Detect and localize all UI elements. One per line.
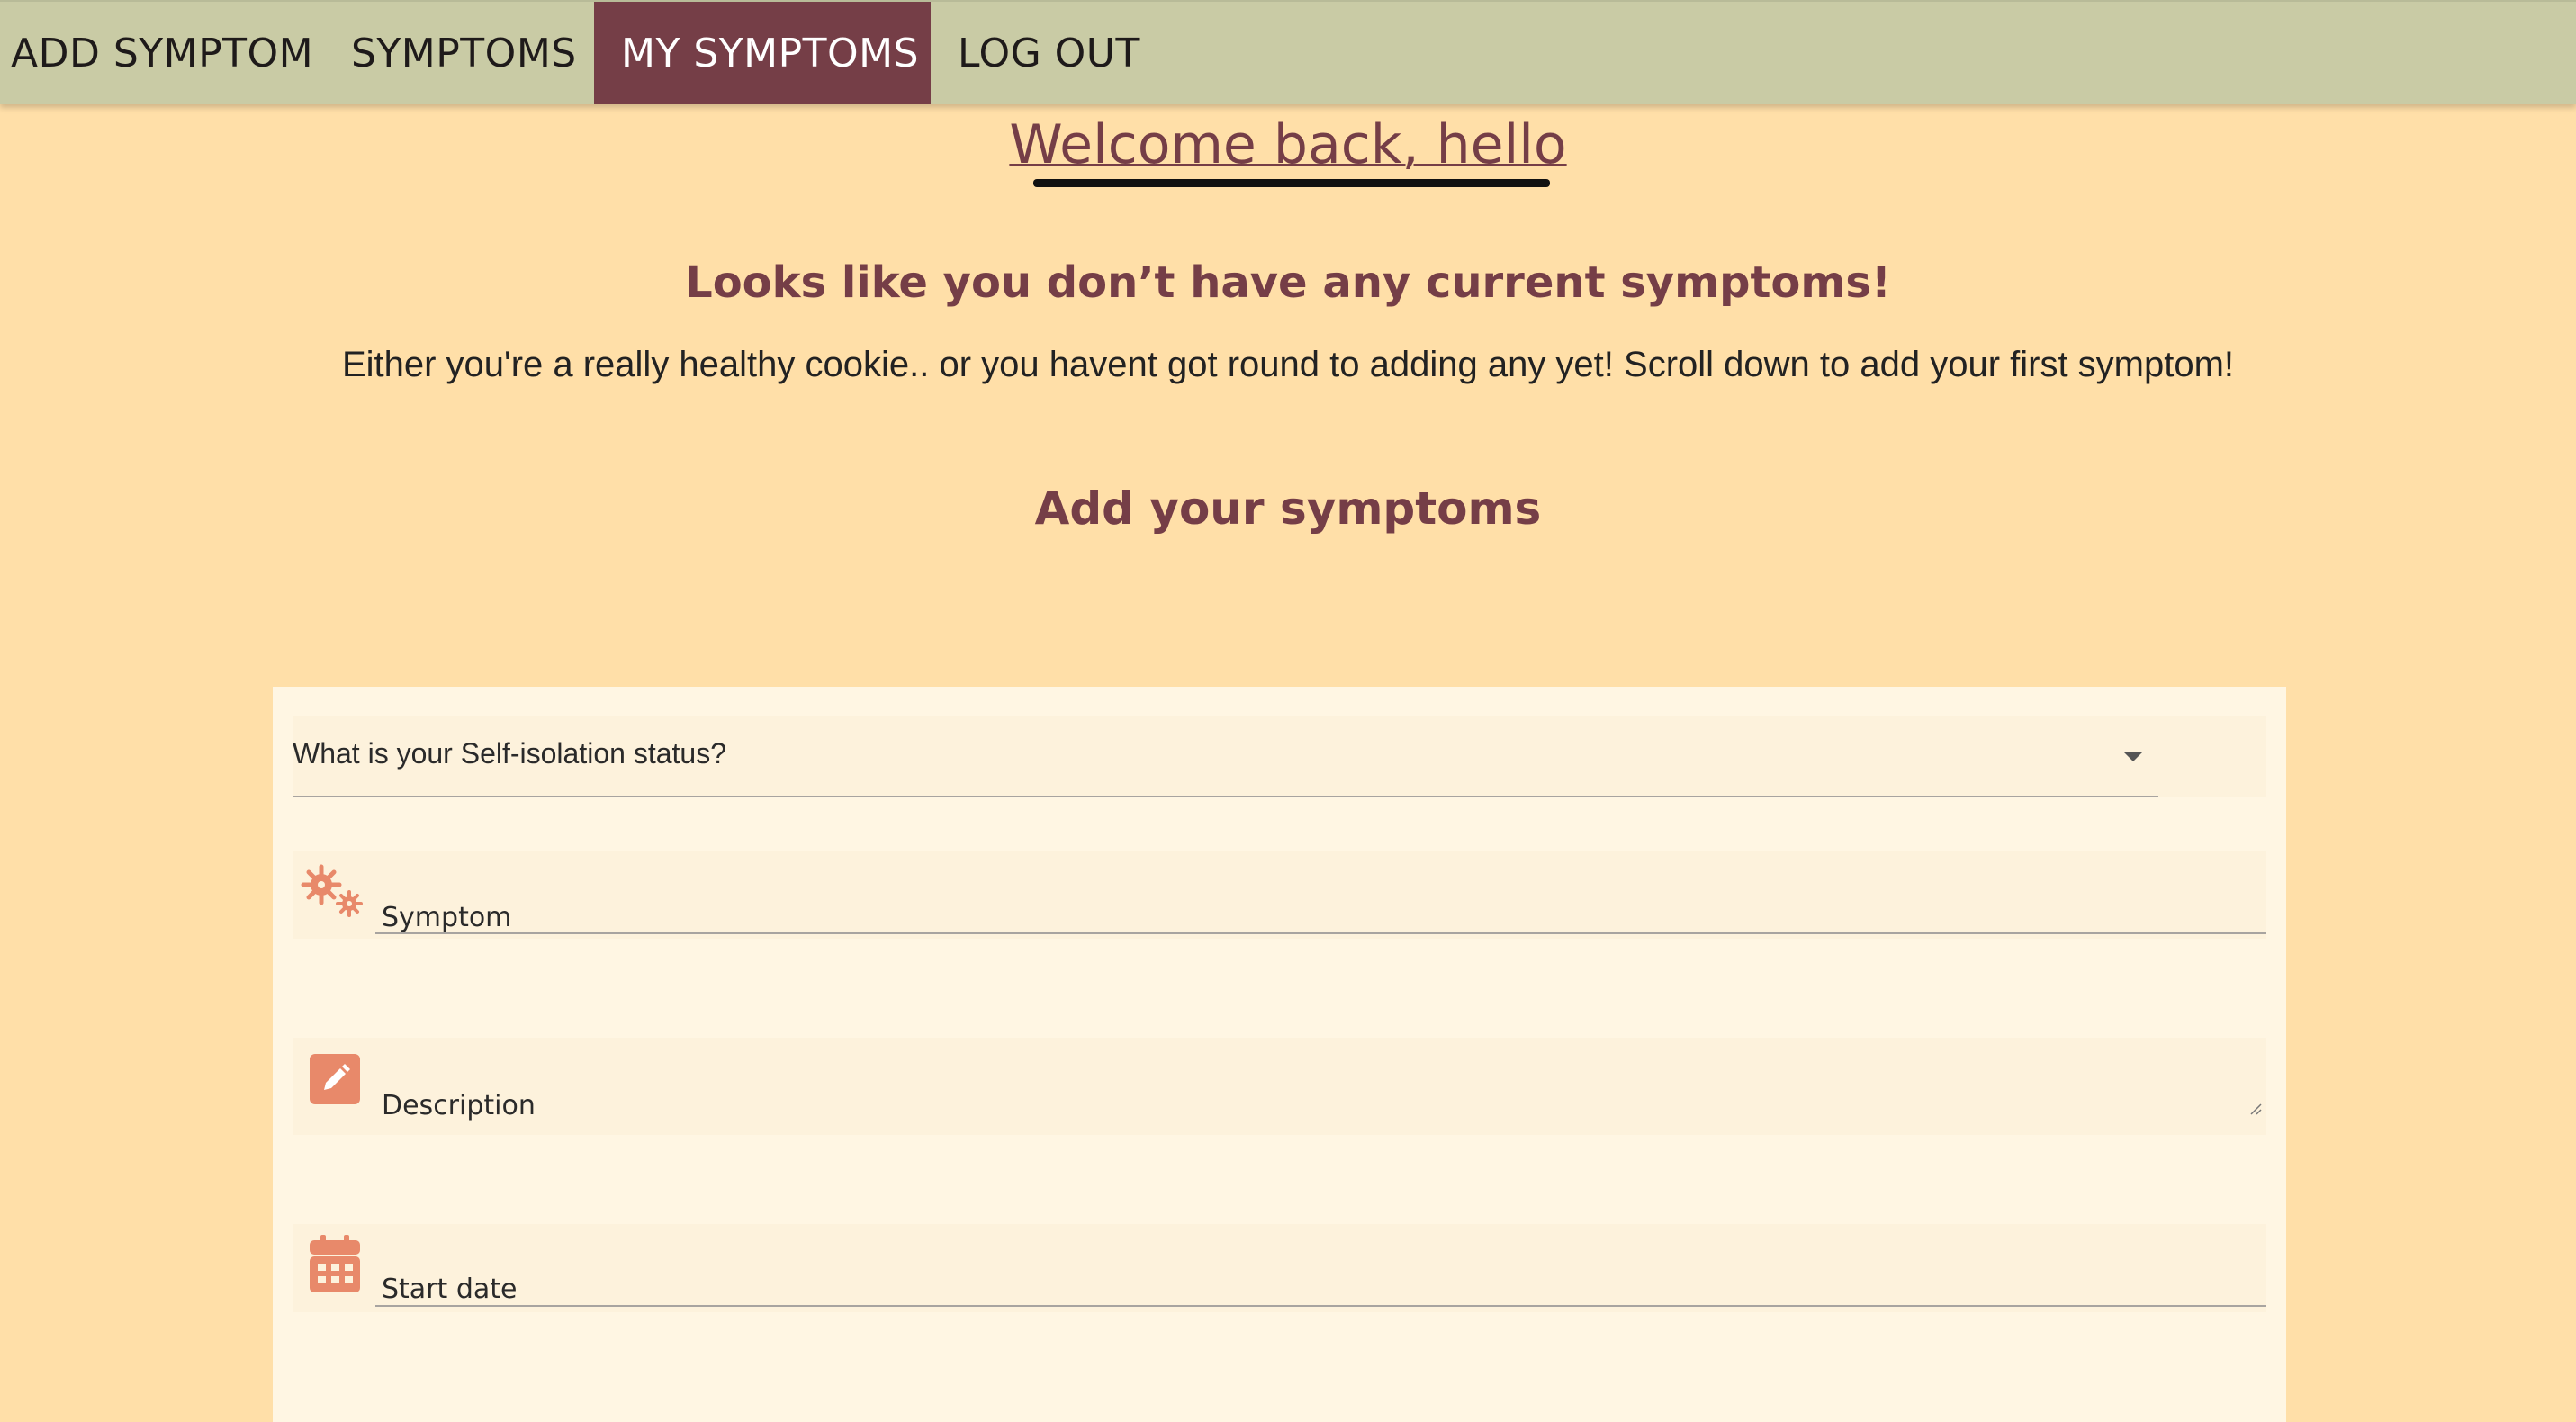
no-symptoms-text: Either you're a really healthy cookie.. …: [341, 345, 2235, 384]
virus-icon: [301, 864, 363, 917]
description-label: Description: [382, 1090, 536, 1121]
nav-log-out[interactable]: LOG OUT: [931, 2, 1183, 104]
add-symptom-form: What is your Self-isolation status? Symp…: [273, 687, 2286, 1422]
start-date-input[interactable]: [293, 1224, 2266, 1312]
symptom-underline: [375, 932, 2266, 934]
symptom-label: Symptom: [382, 902, 512, 933]
top-navbar: ADD SYMPTOM SYMPTOMS MY SYMPTOMS LOG OUT: [0, 0, 2576, 104]
description-textarea[interactable]: [293, 1038, 2266, 1135]
nav-symptoms[interactable]: SYMPTOMS: [324, 2, 594, 104]
select-underline: [293, 796, 2158, 797]
welcome-heading: Welcome back, hello: [1009, 113, 1567, 176]
pencil-icon: [310, 1054, 360, 1104]
no-symptoms-title: Looks like you don’t have any current sy…: [685, 257, 1891, 308]
isolation-status-label: What is your Self-isolation status?: [293, 737, 726, 770]
nav-add-symptom[interactable]: ADD SYMPTOM: [0, 2, 324, 104]
calendar-icon: [310, 1235, 360, 1292]
welcome-underline: [1033, 179, 1550, 187]
symptom-input[interactable]: [293, 850, 2266, 939]
start-date-underline: [375, 1305, 2266, 1307]
add-symptoms-heading: Add your symptoms: [1034, 482, 1542, 535]
nav-my-symptoms[interactable]: MY SYMPTOMS: [594, 2, 931, 104]
start-date-label: Start date: [382, 1274, 518, 1305]
dropdown-arrow-icon[interactable]: [2123, 752, 2143, 761]
resize-handle-icon[interactable]: [2249, 1102, 2262, 1115]
